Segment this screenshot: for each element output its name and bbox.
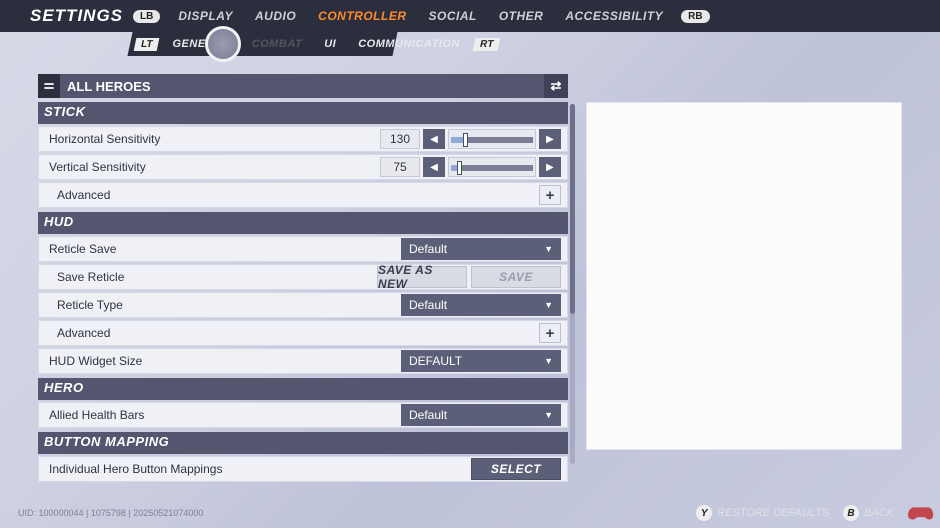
label-reticle-save: Reticle Save <box>49 242 401 256</box>
preview-panel <box>586 74 902 478</box>
label-reticle-type: Reticle Type <box>57 298 401 312</box>
dropdown-allied-hp-value: Default <box>409 408 447 422</box>
row-save-reticle: Save Reticle SAVE AS NEW SAVE <box>38 264 568 290</box>
inc-vertical-sens[interactable]: ▶ <box>539 157 561 177</box>
settings-title: SETTINGS <box>30 6 123 26</box>
rt-badge: RT <box>472 38 500 51</box>
chevron-down-icon: ▼ <box>544 300 553 310</box>
section-button-mapping: BUTTON MAPPING <box>38 432 568 454</box>
subtab-communication[interactable]: COMMUNICATION <box>358 38 460 50</box>
section-hero: HERO <box>38 378 568 400</box>
restore-defaults-label: RESTORE DEFAULTS <box>717 507 829 519</box>
dropdown-reticle-type[interactable]: Default ▼ <box>401 294 561 316</box>
tab-social[interactable]: SOCIAL <box>428 9 476 23</box>
label-widget-size: HUD Widget Size <box>49 354 401 368</box>
row-reticle-type: Reticle Type Default ▼ <box>38 292 568 318</box>
rb-badge: RB <box>681 10 709 23</box>
settings-panel: ALL HEROES ⇄ STICK Horizontal Sensitivit… <box>38 74 568 478</box>
value-vertical-sens: 75 <box>380 157 420 177</box>
tab-display[interactable]: DISPLAY <box>178 9 233 23</box>
slider-horizontal-sens[interactable] <box>448 129 536 149</box>
value-horizontal-sens: 130 <box>380 129 420 149</box>
b-button-icon: B <box>843 505 859 521</box>
hero-icon <box>38 74 60 98</box>
subtab-combat[interactable]: COMBAT <box>252 38 302 50</box>
expand-hud-advanced[interactable]: + <box>539 323 561 343</box>
row-individual-mapping: Individual Hero Button Mappings SELECT <box>38 456 568 482</box>
dec-vertical-sens[interactable]: ◀ <box>423 157 445 177</box>
chevron-down-icon: ▼ <box>544 410 553 420</box>
y-button-icon: Y <box>696 505 712 521</box>
expand-stick-advanced[interactable]: + <box>539 185 561 205</box>
tab-audio[interactable]: AUDIO <box>255 9 296 23</box>
top-nav: SETTINGS LB DISPLAY AUDIO CONTROLLER SOC… <box>0 0 940 32</box>
label-vertical-sens: Vertical Sensitivity <box>49 160 380 174</box>
tab-accessibility[interactable]: ACCESSIBILITY <box>565 9 663 23</box>
dropdown-widget-size[interactable]: DEFAULT ▼ <box>401 350 561 372</box>
swap-icon[interactable]: ⇄ <box>544 74 568 98</box>
uid-text: UID: 100000044 | 1075798 | 2025052107400… <box>18 508 203 518</box>
dec-horizontal-sens[interactable]: ◀ <box>423 129 445 149</box>
sub-nav: LT GENERAL COMBAT UI COMMUNICATION RT <box>0 32 940 56</box>
select-mapping-button[interactable]: SELECT <box>471 458 561 480</box>
subtab-ui[interactable]: UI <box>324 38 336 50</box>
inc-horizontal-sens[interactable]: ▶ <box>539 129 561 149</box>
row-widget-size: HUD Widget Size DEFAULT ▼ <box>38 348 568 374</box>
reticle-preview <box>586 102 902 450</box>
hero-selector-label: ALL HEROES <box>60 79 151 94</box>
row-stick-advanced[interactable]: Advanced + <box>38 182 568 208</box>
restore-defaults-hint[interactable]: Y RESTORE DEFAULTS <box>696 505 829 521</box>
footer: UID: 100000044 | 1075798 | 2025052107400… <box>18 502 934 524</box>
dropdown-widget-size-value: DEFAULT <box>409 354 462 368</box>
label-save-reticle: Save Reticle <box>57 270 377 284</box>
chevron-down-icon: ▼ <box>544 244 553 254</box>
row-horizontal-sens: Horizontal Sensitivity 130 ◀ ▶ <box>38 126 568 152</box>
row-allied-hp: Allied Health Bars Default ▼ <box>38 402 568 428</box>
tab-other[interactable]: OTHER <box>499 9 544 23</box>
dropdown-reticle-save-value: Default <box>409 242 447 256</box>
section-hud: HUD <box>38 212 568 234</box>
label-allied-hp: Allied Health Bars <box>49 408 401 422</box>
slider-vertical-sens[interactable] <box>448 157 536 177</box>
subtab-highlight-ring <box>205 26 241 62</box>
hero-selector[interactable]: ALL HEROES ⇄ <box>38 74 568 98</box>
scrollbar[interactable] <box>570 104 575 464</box>
row-reticle-save: Reticle Save Default ▼ <box>38 236 568 262</box>
label-individual-mapping: Individual Hero Button Mappings <box>49 462 471 476</box>
primary-tabs: DISPLAY AUDIO CONTROLLER SOCIAL OTHER AC… <box>178 9 663 23</box>
row-vertical-sens: Vertical Sensitivity 75 ◀ ▶ <box>38 154 568 180</box>
section-stick: STICK <box>38 102 568 124</box>
dropdown-reticle-type-value: Default <box>409 298 447 312</box>
footer-actions: Y RESTORE DEFAULTS B BACK <box>696 504 934 522</box>
back-hint[interactable]: B BACK <box>843 505 894 521</box>
dropdown-allied-hp[interactable]: Default ▼ <box>401 404 561 426</box>
back-label: BACK <box>864 507 894 519</box>
chevron-down-icon: ▼ <box>544 356 553 366</box>
row-hud-advanced[interactable]: Advanced + <box>38 320 568 346</box>
scrollbar-thumb[interactable] <box>570 104 575 314</box>
label-stick-advanced: Advanced <box>57 188 539 202</box>
label-hud-advanced: Advanced <box>57 326 539 340</box>
controller-icon <box>908 504 934 522</box>
lb-badge: LB <box>133 10 160 23</box>
save-button[interactable]: SAVE <box>471 266 561 288</box>
tab-controller[interactable]: CONTROLLER <box>318 9 406 23</box>
lt-badge: LT <box>134 38 160 51</box>
label-horizontal-sens: Horizontal Sensitivity <box>49 132 380 146</box>
workspace: ALL HEROES ⇄ STICK Horizontal Sensitivit… <box>38 74 902 478</box>
save-as-new-button[interactable]: SAVE AS NEW <box>377 266 467 288</box>
dropdown-reticle-save[interactable]: Default ▼ <box>401 238 561 260</box>
